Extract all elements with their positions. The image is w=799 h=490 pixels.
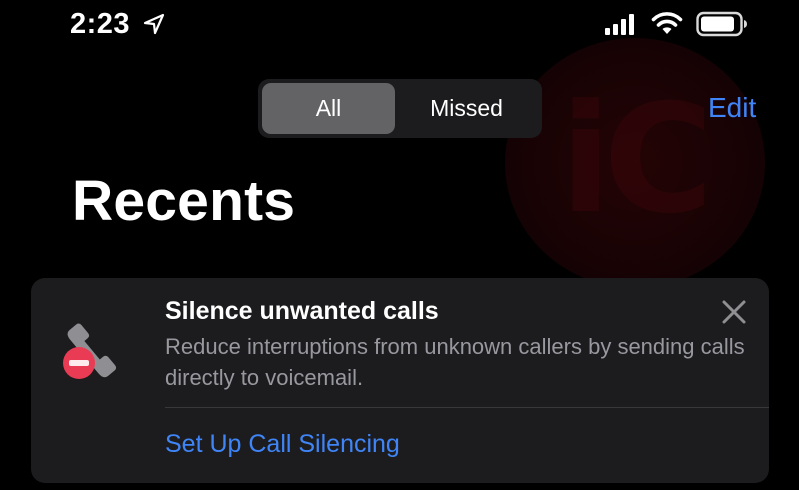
phone-blocked-icon (63, 323, 117, 379)
page-title: Recents (72, 169, 296, 233)
close-icon[interactable] (721, 299, 747, 325)
segment-all[interactable]: All (262, 83, 395, 134)
edit-button[interactable]: Edit (708, 92, 756, 124)
segment-missed[interactable]: Missed (395, 83, 538, 134)
battery-icon (696, 11, 747, 37)
card-title: Silence unwanted calls (165, 297, 439, 325)
location-arrow-icon (143, 13, 165, 35)
card-divider (165, 407, 769, 408)
cellular-signal-icon (605, 14, 634, 35)
wifi-icon (651, 12, 683, 34)
watermark-text: iC (560, 73, 713, 247)
setup-call-silencing-button[interactable]: Set Up Call Silencing (165, 430, 400, 459)
status-time: 2:23 (70, 8, 131, 40)
recents-filter-segmented-control: All Missed (258, 79, 542, 138)
card-description: Reduce interruptions from unknown caller… (165, 334, 745, 390)
